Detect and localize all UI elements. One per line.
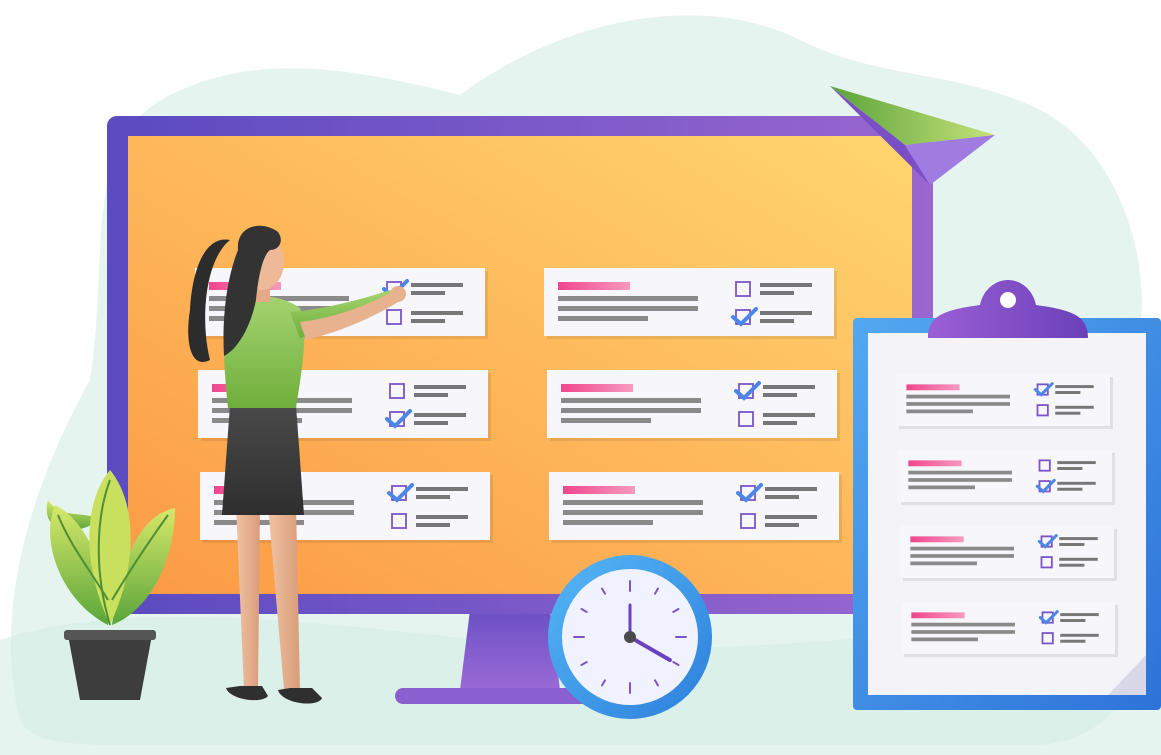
checkbox-line [414,421,448,425]
checkbox-line [765,495,799,499]
checkbox-line [763,413,815,417]
checkbox-line [1059,557,1098,561]
task-text-line [908,470,1012,475]
checkbox-line [1057,461,1096,465]
task-text-line [561,398,701,403]
checkbox-line [416,487,468,491]
checkbox-line [1059,543,1085,546]
checkbox-line [765,515,817,519]
monitor-task-card [544,268,837,339]
checkbox-line [416,495,450,499]
checkbox-line [1059,537,1098,541]
task-text-line [906,394,1010,399]
checkbox-line [1055,411,1081,415]
task-text-line [906,402,1010,406]
clipboard-task-card [898,450,1115,505]
checkbox-line [765,487,817,491]
checkbox-line [1057,481,1096,485]
checkbox-line [414,393,448,397]
checkbox-line [1055,385,1094,389]
checkbox-line [411,291,445,295]
task-text-line [910,554,1014,558]
task-title-bar [910,536,964,543]
checkbox-line [1059,563,1085,567]
task-text-line [911,630,1015,634]
task-text-line [910,546,1014,551]
task-text-line [910,561,977,566]
checkbox-line [1060,639,1086,643]
clipboard-task-card [896,374,1113,429]
checkbox-line [1055,391,1081,394]
monitor-task-card [549,472,842,543]
checkbox-line [411,283,463,287]
checkbox-line [1060,613,1099,617]
checkbox-line [416,515,468,519]
task-text-line [558,296,698,301]
checkbox-line [414,413,466,417]
task-title-bar [911,612,965,619]
task-text-line [563,500,703,505]
checkbox-line [765,523,799,527]
task-text-line [911,622,1015,627]
checkbox-line [763,385,815,389]
monitor-task-card [547,370,840,441]
clipboard-task-card [901,602,1118,657]
wall-clock [548,555,712,719]
checkbox-line [416,523,450,527]
task-text-line [908,485,975,490]
checkbox-line [1055,405,1094,409]
task-text-line [908,478,1012,482]
illustration-scene [0,15,1161,755]
task-text-line [906,409,973,414]
task-text-line [563,510,703,515]
checkbox-line [1060,633,1099,637]
clipboard-task-card [900,526,1117,581]
checkbox-line [1057,467,1083,470]
checkbox-line [760,283,812,287]
task-title-bar [563,486,635,494]
checkbox-line [1057,487,1083,491]
task-title-bar [908,460,962,467]
checkbox-line [1060,619,1086,622]
checkbox-line [411,319,445,323]
task-text-line [561,408,701,413]
checkbox-line [760,291,794,295]
task-title-bar [558,282,630,290]
task-text-line [563,520,653,525]
task-title-bar [906,384,960,391]
task-title-bar [561,384,633,392]
task-text-line [558,306,698,311]
task-text-line [911,637,978,642]
checkbox-line [414,385,466,389]
checkbox-line [763,421,797,425]
task-text-line [558,316,648,321]
checkbox-line [760,311,812,315]
checkbox-line [763,393,797,397]
checkbox-line [411,311,463,315]
checkbox-line [760,319,794,323]
task-text-line [561,418,651,423]
